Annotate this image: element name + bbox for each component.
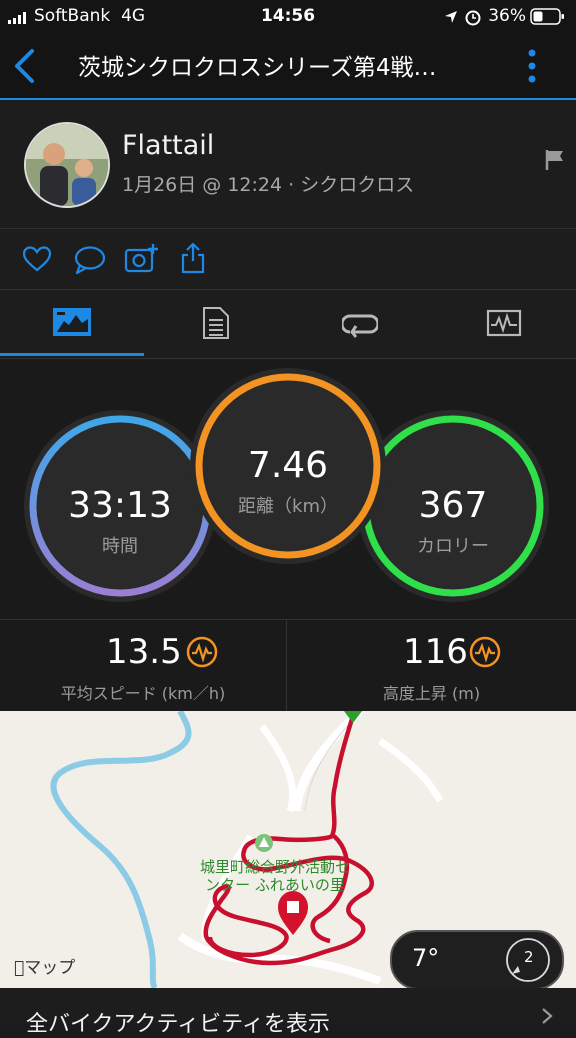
elevation-cell[interactable]: 116 高度上昇 (m) — [287, 620, 576, 712]
activity-title: 茨城シクロクロスシリーズ第4戦… — [78, 55, 437, 81]
metrics-row: 13.5 平均スピード (km／h) 116 高度上昇 (m) — [0, 619, 576, 712]
location-icon — [445, 11, 457, 23]
tab-overview[interactable] — [0, 290, 144, 356]
calorie-value: 367 — [418, 485, 488, 526]
calorie-label: カロリー — [417, 536, 489, 557]
user-name[interactable]: Flattail — [122, 130, 214, 161]
avg-speed-cell[interactable]: 13.5 平均スピード (km／h) — [0, 620, 286, 712]
wind-speed: 2 — [524, 948, 534, 966]
chevron-right-icon — [542, 1008, 553, 1024]
like-icon[interactable] — [22, 245, 52, 273]
share-icon[interactable] — [180, 241, 206, 275]
time-ring: 33:13 時間 — [40, 485, 200, 558]
apple-icon:  — [14, 958, 24, 978]
status-bar: SoftBank 4G 14:56 36% — [0, 0, 576, 34]
distance-label: 距離（km） — [238, 496, 338, 517]
route-map[interactable]: 城里町総合野外活動セ ンター ふれあいの里 マップ 7° 2 — [0, 711, 576, 988]
tab-laps[interactable] — [288, 290, 432, 356]
place-label: 城里町総合野外活動セ ンター ふれあいの里 — [199, 858, 350, 894]
avatar[interactable] — [24, 122, 110, 208]
tab-stats[interactable] — [144, 290, 288, 356]
temperature: 7° — [412, 944, 440, 972]
profile-section: Flattail 1月26日 @ 12:24 · シクロクロス — [0, 100, 576, 229]
time-value: 33:13 — [68, 485, 172, 526]
tab-bar — [0, 290, 576, 359]
back-icon[interactable] — [12, 48, 36, 84]
distance-ring: 7.46 距離（km） — [208, 445, 368, 518]
action-row — [0, 229, 576, 290]
elevation-label: 高度上昇 (m) — [382, 684, 481, 703]
tab-charts[interactable] — [432, 290, 576, 356]
stats-list-icon — [203, 307, 229, 339]
map-attribution: マップ — [14, 958, 75, 978]
avg-speed-label: 平均スピード (km／h) — [60, 684, 226, 703]
chart-icon — [486, 309, 522, 337]
laps-icon — [342, 314, 378, 338]
nav-bar: 茨城シクロクロスシリーズ第4戦… — [0, 34, 576, 100]
stat-rings: 33:13 時間 7.46 距離（km） 367 カロリー — [0, 359, 576, 619]
insight-icon[interactable] — [186, 636, 218, 668]
distance-value: 7.46 — [247, 445, 329, 486]
view-all-label: 全バイクアクティビティを表示 — [26, 1012, 330, 1037]
activity-meta: 1月26日 @ 12:24 · シクロクロス — [122, 174, 415, 196]
battery-icon — [530, 8, 564, 25]
calorie-ring: 367 カロリー — [373, 485, 533, 558]
elevation-value: 116 — [403, 632, 468, 672]
battery-percent: 36% — [488, 6, 526, 26]
time-label: 時間 — [102, 536, 138, 557]
alarm-icon — [465, 10, 481, 26]
comment-icon[interactable] — [74, 245, 106, 275]
avg-speed-value: 13.5 — [106, 632, 182, 672]
insight-icon[interactable] — [469, 636, 501, 668]
avatar-photo — [26, 124, 108, 206]
more-options-icon[interactable] — [524, 48, 540, 84]
flag-icon[interactable] — [543, 148, 567, 172]
weather-widget[interactable]: 7° 2 — [390, 930, 564, 988]
overview-icon — [53, 308, 91, 336]
view-all-bike-activities[interactable]: 全バイクアクティビティを表示 — [0, 988, 576, 1037]
add-photo-icon[interactable] — [124, 242, 160, 274]
